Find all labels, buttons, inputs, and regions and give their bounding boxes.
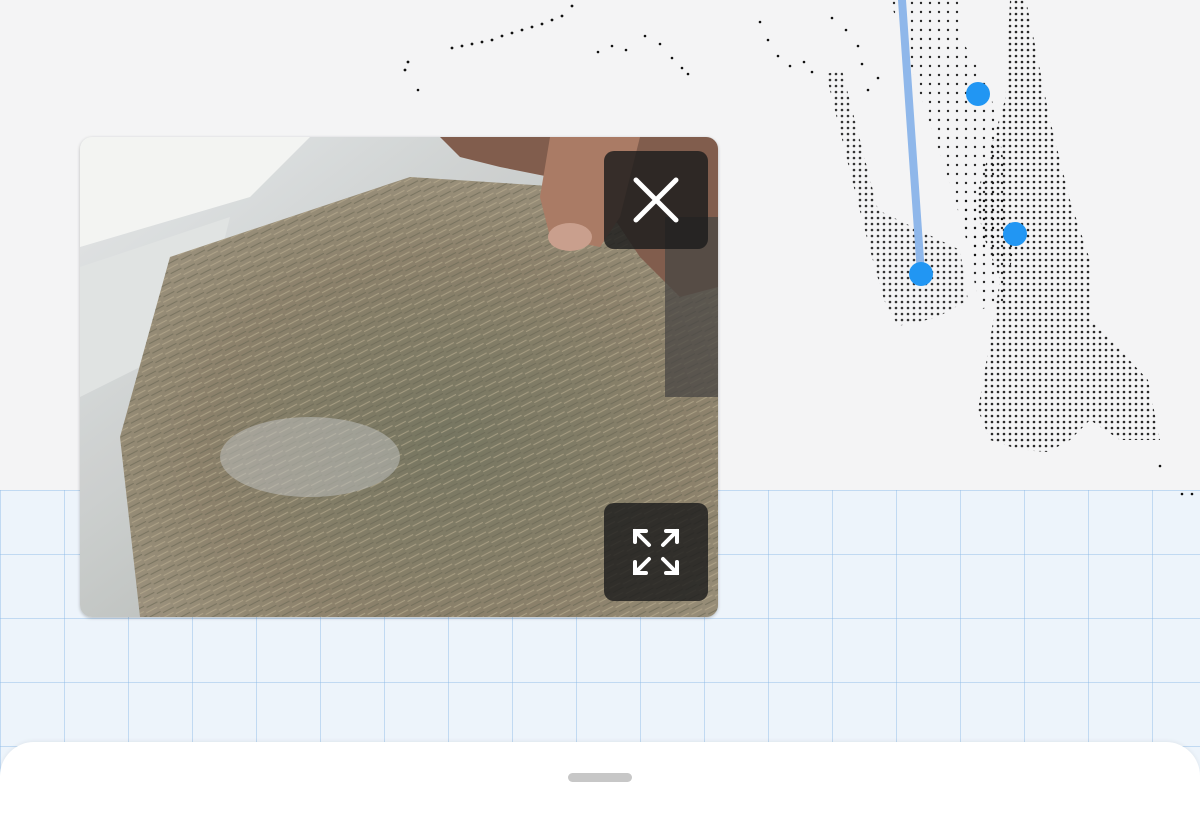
fullscreen-button[interactable] — [604, 503, 708, 601]
fullscreen-expand-icon — [633, 529, 679, 575]
drag-handle[interactable] — [568, 773, 632, 782]
camera-preview[interactable] — [80, 137, 718, 617]
close-button[interactable] — [604, 151, 708, 249]
measure-point[interactable] — [966, 82, 990, 106]
close-icon — [633, 177, 679, 223]
measure-point[interactable] — [1003, 222, 1027, 246]
bottom-sheet[interactable] — [0, 742, 1200, 822]
measure-point[interactable] — [909, 262, 933, 286]
